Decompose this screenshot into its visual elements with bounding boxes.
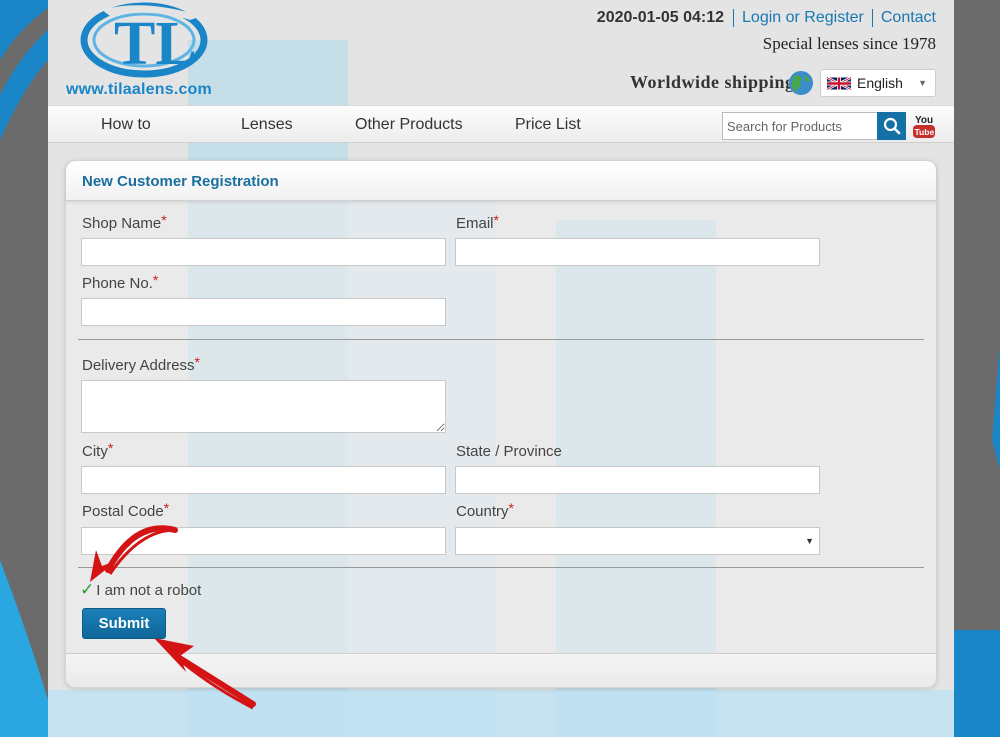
globe-icon bbox=[789, 71, 813, 95]
top-links: 2020-01-05 04:12 Login or Register Conta… bbox=[597, 9, 936, 27]
country-select[interactable]: ▼ bbox=[455, 527, 820, 555]
logo-url: www.tilaalens.com bbox=[66, 81, 212, 98]
chevron-down-icon: ▼ bbox=[918, 78, 927, 88]
phone-input[interactable] bbox=[81, 298, 446, 326]
city-input[interactable] bbox=[81, 466, 446, 494]
email-input[interactable] bbox=[455, 238, 820, 266]
nav-item-price-list[interactable]: Price List bbox=[515, 116, 581, 134]
language-select[interactable]: English ▼ bbox=[820, 69, 936, 97]
state-province-label: State / Province bbox=[456, 443, 562, 460]
search-input[interactable] bbox=[722, 112, 878, 140]
worldwide-shipping-label: Worldwide shipping bbox=[630, 72, 795, 92]
language-label: English bbox=[857, 75, 903, 91]
uk-flag-icon bbox=[827, 75, 851, 91]
main-nav: How to Lenses Other Products Price List … bbox=[48, 105, 954, 143]
search-icon bbox=[883, 117, 900, 135]
nav-item-lenses[interactable]: Lenses bbox=[241, 116, 293, 134]
login-register-link[interactable]: Login or Register bbox=[733, 9, 872, 27]
search-button[interactable] bbox=[877, 112, 906, 140]
city-label: City* bbox=[82, 440, 114, 460]
shop-name-input[interactable] bbox=[81, 238, 446, 266]
state-province-input[interactable] bbox=[455, 466, 820, 494]
page-container: TL www.tilaalens.com 2020-01-05 04:12 Lo… bbox=[48, 0, 954, 737]
delivery-address-input[interactable] bbox=[81, 380, 446, 433]
datetime: 2020-01-05 04:12 bbox=[596, 9, 725, 26]
shop-name-label: Shop Name* bbox=[82, 212, 167, 232]
logo-letters: TL bbox=[114, 10, 197, 78]
registration-form: New Customer Registration Shop Name* Ema… bbox=[65, 160, 937, 688]
right-swoosh-decoration bbox=[954, 345, 1000, 737]
postal-code-input[interactable] bbox=[81, 527, 446, 555]
svg-text:You: You bbox=[915, 115, 933, 126]
form-header: New Customer Registration bbox=[66, 161, 936, 201]
phone-label: Phone No.* bbox=[82, 272, 159, 292]
robot-check[interactable]: ✓ I am not a robot bbox=[80, 580, 201, 600]
svg-text:Tube: Tube bbox=[915, 127, 935, 137]
submit-button[interactable]: Submit bbox=[82, 608, 166, 639]
divider bbox=[78, 339, 924, 340]
postal-code-label: Postal Code* bbox=[82, 500, 170, 520]
chevron-down-icon: ▼ bbox=[805, 536, 814, 546]
nav-item-how-to[interactable]: How to bbox=[101, 116, 151, 134]
email-label: Email* bbox=[456, 212, 499, 232]
background-shape bbox=[48, 690, 954, 737]
tagline: Special lenses since 1978 bbox=[762, 34, 936, 53]
left-swoosh-decoration bbox=[0, 0, 48, 737]
checkmark-icon: ✓ bbox=[80, 580, 95, 599]
form-title: New Customer Registration bbox=[82, 173, 279, 190]
country-label: Country* bbox=[456, 500, 514, 520]
contact-link[interactable]: Contact bbox=[871, 9, 936, 27]
robot-check-label: I am not a robot bbox=[96, 581, 202, 599]
nav-item-other-products[interactable]: Other Products bbox=[355, 116, 463, 134]
youtube-icon[interactable]: You Tube bbox=[912, 113, 936, 139]
form-footer bbox=[66, 653, 936, 687]
delivery-address-label: Delivery Address* bbox=[82, 354, 200, 374]
divider bbox=[78, 567, 924, 568]
